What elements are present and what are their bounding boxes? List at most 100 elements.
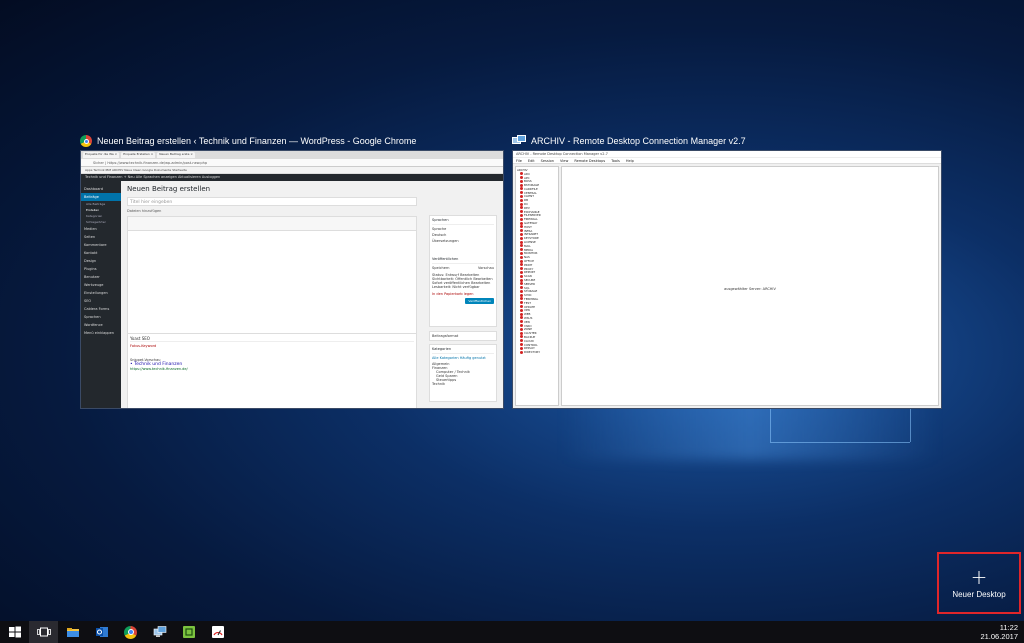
window-thumbnail-chrome[interactable]: Neuen Beitrag erstellen ‹ Technik und Fi… xyxy=(80,134,504,409)
menu-item: Remote Desktops xyxy=(574,159,606,163)
browser-tab: Enquete für die Wa × xyxy=(83,152,120,158)
server-status-icon xyxy=(520,175,523,179)
browser-tab: Enquete Erstellen × xyxy=(121,152,156,158)
wp-menu-item: Medien xyxy=(84,227,97,231)
menu-item: File xyxy=(516,159,522,163)
server-status-icon xyxy=(520,240,523,244)
category-item: Technik xyxy=(432,382,446,386)
task-view-icon xyxy=(36,627,51,637)
wp-menu-item: Plugins xyxy=(84,267,97,271)
new-desktop-label: Neuer Desktop xyxy=(952,589,1006,599)
wp-menu-item: Menü einklappen xyxy=(84,331,115,335)
taskbar-app-green-tool[interactable] xyxy=(174,621,203,643)
wallpaper-line xyxy=(770,442,910,443)
taskbar-app-outlook[interactable] xyxy=(87,621,116,643)
taskbar-app-rdcman[interactable] xyxy=(145,621,174,643)
wp-menu-item: SEO xyxy=(84,299,92,303)
server-status-icon xyxy=(520,183,523,187)
server-status-icon xyxy=(520,293,523,297)
server-status-icon xyxy=(520,232,523,236)
rdcman-window-preview: ARCHIV - Remote Desktop Connection Manag… xyxy=(512,150,942,409)
server-status-icon xyxy=(520,255,523,259)
task-view-button[interactable] xyxy=(29,621,58,643)
server-status-icon xyxy=(520,259,523,263)
clock-time: 11:22 xyxy=(999,623,1018,632)
translations-label: Übersetzungen xyxy=(432,239,459,243)
window-thumbnail-header: Neuen Beitrag erstellen ‹ Technik und Fi… xyxy=(80,134,416,148)
trash-link: In den Papierkorb legen xyxy=(432,292,474,296)
post-title-input: Titel hier eingeben xyxy=(127,197,417,206)
server-status-icon xyxy=(520,179,523,183)
focus-keyword-label: Fokus-Keyword xyxy=(130,344,157,348)
taskbar-app-chrome[interactable] xyxy=(116,621,145,643)
preview-button: Vorschau xyxy=(477,266,494,270)
bookmarks-bar: Apps Technik IBM ARCHIV Neue Ideen Googl… xyxy=(81,167,503,174)
rdcman-icon xyxy=(153,626,166,637)
wallpaper-line xyxy=(910,408,911,442)
chrome-icon xyxy=(124,625,137,639)
wallpaper-line xyxy=(770,408,771,442)
windows-logo-icon xyxy=(8,626,21,638)
snippet-url: https://www.technik-finanzen.de/ xyxy=(130,367,188,371)
server-status-icon xyxy=(520,346,523,350)
address-bar: Sicher | https://www.technik-finanzen.de… xyxy=(81,159,503,167)
server-status-icon xyxy=(520,198,523,202)
wp-panel-languages: Sprachen Sprache Deutsch Übersetzungen V… xyxy=(429,215,497,327)
chrome-window-preview: Enquete für die Wa × Enquete Erstellen ×… xyxy=(80,150,504,409)
taskbar-app-file-explorer[interactable] xyxy=(58,621,87,643)
chrome-tab-strip: Enquete für die Wa × Enquete Erstellen ×… xyxy=(81,151,503,159)
server-status-icon xyxy=(520,270,523,274)
server-tree-item: DIRECTORY xyxy=(517,350,557,354)
start-button[interactable] xyxy=(0,621,29,643)
server-status-icon xyxy=(520,289,523,293)
server-status-icon xyxy=(520,350,523,354)
wp-menu-item: Design xyxy=(84,259,97,263)
page-title: Neuen Beitrag erstellen xyxy=(127,185,211,193)
wp-menu-item: Benutzer xyxy=(84,275,100,279)
new-desktop-button[interactable]: + Neuer Desktop xyxy=(937,552,1021,614)
wp-sidebar: Dashboard Beiträge Alle Beiträge Erstell… xyxy=(81,181,121,408)
selected-server-text: ausgewählter Server: ARCHIV xyxy=(724,287,776,291)
panel-title: Beitragsformat xyxy=(432,334,459,338)
category-tabs: Alle Kategorien Häufig genutzt xyxy=(432,356,486,360)
menu-item: Tools xyxy=(611,159,620,163)
panel-title: Sprachen xyxy=(432,218,494,225)
server-label: DIRECTORY xyxy=(524,350,541,355)
taskbar: 11:22 21.06.2017 xyxy=(0,621,1024,643)
wp-menu-item: Seiten xyxy=(84,235,96,239)
chrome-icon xyxy=(80,135,92,147)
rdcman-titlebar: ARCHIV - Remote Desktop Connection Manag… xyxy=(513,151,941,158)
wp-menu-item: Werkzeuge xyxy=(84,283,104,287)
seo-readability: Lesbarkeit: Nicht verfügbar xyxy=(432,285,480,289)
rdcman-menubar: File Edit Session View Remote Desktops T… xyxy=(513,158,941,164)
taskbar-clock[interactable]: 11:22 21.06.2017 xyxy=(980,623,1018,641)
panel-title: Veröffentlichen xyxy=(432,257,494,264)
server-status-icon xyxy=(520,278,523,282)
panel-title: Kategorien xyxy=(432,347,494,354)
wp-menu-item: Sprachen xyxy=(84,315,101,319)
server-status-icon xyxy=(520,236,523,240)
content-editor xyxy=(127,216,417,344)
menu-item: Edit xyxy=(527,159,535,163)
add-media-button: Dateien hinzufügen xyxy=(127,209,162,213)
server-status-icon xyxy=(520,331,523,335)
language-label: Sprache xyxy=(432,227,447,231)
menu-item: Help xyxy=(625,159,634,163)
server-status-icon xyxy=(520,194,523,198)
server-tree: ARCHIV ADC APC BOSS BSTORAGE CARDFILE CENTRAL… xyxy=(515,166,559,406)
wp-menu-item: Einstellungen xyxy=(84,291,108,295)
clock-date: 21.06.2017 xyxy=(980,632,1018,641)
server-status-icon xyxy=(520,312,523,316)
plus-icon: + xyxy=(970,564,988,589)
server-status-icon xyxy=(520,202,523,206)
green-app-icon xyxy=(182,626,195,638)
server-status-icon xyxy=(520,327,523,331)
taskbar-app-speedometer[interactable] xyxy=(203,621,232,643)
window-thumbnail-rdcman[interactable]: ARCHIV - Remote Desktop Connection Manag… xyxy=(512,134,942,409)
yoast-seo-box: Yoast SEO Fokus-Keyword Snippet-Vorschau… xyxy=(127,333,417,408)
window-title: Neuen Beitrag erstellen ‹ Technik und Fi… xyxy=(97,136,417,146)
wp-admin-bar: Technik und Finanzen + Neu Alle Sprachen… xyxy=(81,174,503,181)
server-status-icon xyxy=(520,213,523,217)
folder-icon xyxy=(66,628,79,637)
window-title: ARCHIV - Remote Desktop Connection Manag… xyxy=(531,136,746,146)
